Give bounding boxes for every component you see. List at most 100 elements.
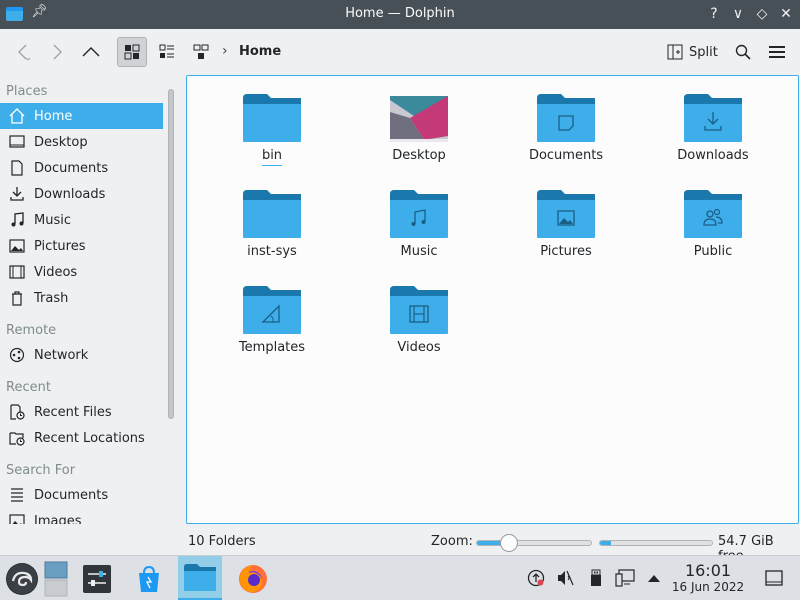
- volume-muted-icon[interactable]: [555, 568, 575, 588]
- folder-icon: [243, 94, 301, 142]
- task-firefox[interactable]: [231, 556, 275, 600]
- pictures-icon: [8, 237, 26, 255]
- desktop-thumbnail: [390, 96, 448, 142]
- digital-clock[interactable]: 16:01 16 Jun 2022: [662, 561, 754, 595]
- place-documents[interactable]: Documents: [0, 155, 163, 181]
- place-desktop[interactable]: Desktop: [0, 129, 163, 155]
- search-documents-icon: [8, 486, 26, 504]
- place-label: Videos: [34, 264, 78, 280]
- system-settings-icon: [83, 564, 111, 593]
- search-button[interactable]: [728, 37, 758, 67]
- dolphin-folder-icon: [184, 564, 216, 591]
- place-music[interactable]: Music: [0, 207, 163, 233]
- task-discover[interactable]: [127, 556, 171, 600]
- clock-time: 16:01: [684, 561, 732, 580]
- updates-tray-icon[interactable]: [526, 568, 546, 588]
- forward-button[interactable]: [42, 37, 72, 67]
- split-icon: [667, 44, 683, 60]
- breadcrumb-chevron-icon: ›: [222, 43, 228, 59]
- help-icon[interactable]: ?: [704, 4, 724, 24]
- places-scrollbar[interactable]: [166, 87, 176, 555]
- folder-label: Desktop: [392, 148, 446, 163]
- place-label: Recent Files: [34, 404, 112, 420]
- folder-item-desktop[interactable]: Desktop: [354, 88, 484, 180]
- compact-view-button[interactable]: [152, 37, 182, 67]
- firefox-icon: [239, 564, 267, 593]
- removable-device-icon[interactable]: [586, 568, 606, 588]
- documents-icon: [8, 159, 26, 177]
- split-label: Split: [689, 44, 718, 60]
- up-button[interactable]: [76, 37, 106, 67]
- folder-item-public[interactable]: Public: [648, 184, 778, 276]
- folder-label: Public: [693, 244, 733, 259]
- folder-label: Pictures: [540, 244, 592, 259]
- back-icon: [18, 44, 31, 61]
- place-label: Pictures: [34, 238, 86, 254]
- scrollbar-thumb[interactable]: [168, 89, 174, 419]
- folder-item-documents[interactable]: Documents: [501, 88, 631, 180]
- place-label: Recent Locations: [34, 430, 145, 446]
- back-button[interactable]: [8, 37, 38, 67]
- minimize-icon[interactable]: ∨: [728, 4, 748, 24]
- folder-view[interactable]: bin Desktop Documents Downloads inst-sys…: [186, 75, 799, 524]
- zoom-slider[interactable]: [476, 534, 592, 552]
- task-dolphin[interactable]: [178, 556, 222, 600]
- downloads-icon: [8, 185, 26, 203]
- details-view-button[interactable]: [186, 37, 216, 67]
- status-bar: 10 Folders Zoom: 54.7 GiB free: [0, 524, 800, 564]
- icons-view-button[interactable]: [117, 37, 147, 67]
- folder-item-bin[interactable]: bin: [207, 88, 337, 180]
- place-recent-files[interactable]: Recent Files: [0, 399, 163, 425]
- folder-label: inst-sys: [247, 244, 297, 259]
- folder-item-templates[interactable]: Templates: [207, 280, 337, 372]
- split-button[interactable]: Split: [663, 37, 722, 67]
- folder-label: Videos: [397, 340, 441, 355]
- place-label: Network: [34, 347, 89, 363]
- up-icon: [82, 47, 100, 57]
- place-label: Music: [34, 212, 71, 228]
- folder-label: Downloads: [677, 148, 749, 163]
- close-icon[interactable]: ✕: [776, 4, 796, 24]
- breadcrumb[interactable]: Home: [239, 44, 281, 59]
- folder-item-videos[interactable]: Videos: [354, 280, 484, 372]
- place-home[interactable]: Home: [0, 103, 163, 129]
- virtual-desktop-pager-icon: [44, 561, 68, 596]
- desktop-icon: [8, 133, 26, 151]
- folder-item-inst-sys[interactable]: inst-sys: [207, 184, 337, 276]
- videos-icon: [8, 263, 26, 281]
- compact-view-icon: [159, 44, 174, 58]
- place-videos[interactable]: Videos: [0, 259, 163, 285]
- folder-icon: [243, 190, 301, 238]
- show-desktop-icon[interactable]: [764, 568, 784, 588]
- tray-expand-icon[interactable]: [644, 568, 664, 588]
- network-connection-icon[interactable]: [615, 568, 635, 588]
- music-icon: [8, 211, 26, 229]
- taskbar: 16:01 16 Jun 2022: [0, 555, 800, 600]
- place-label: Trash: [34, 290, 69, 306]
- folder-item-pictures[interactable]: Pictures: [501, 184, 631, 276]
- folder-label: Music: [400, 244, 438, 259]
- folder-templates-icon: [243, 286, 301, 334]
- menu-button[interactable]: [762, 37, 792, 67]
- folder-music-icon: [390, 190, 448, 238]
- application-launcher[interactable]: [0, 556, 44, 600]
- zoom-slider-handle[interactable]: [499, 534, 518, 552]
- place-downloads[interactable]: Downloads: [0, 181, 163, 207]
- folder-item-downloads[interactable]: Downloads: [648, 88, 778, 180]
- place-label: Downloads: [34, 186, 106, 202]
- place-trash[interactable]: Trash: [0, 285, 163, 311]
- place-search-documents[interactable]: Documents: [0, 482, 163, 508]
- clock-date: 16 Jun 2022: [671, 580, 745, 594]
- maximize-icon[interactable]: ◇: [752, 4, 772, 24]
- place-recent-locations[interactable]: Recent Locations: [0, 425, 163, 451]
- trash-icon: [8, 289, 26, 307]
- place-network[interactable]: Network: [0, 342, 163, 368]
- place-pictures[interactable]: Pictures: [0, 233, 163, 259]
- task-system-settings[interactable]: [75, 556, 119, 600]
- title-bar: 📌︎ Home — Dolphin ? ∨ ◇ ✕: [0, 0, 800, 29]
- pager[interactable]: [40, 556, 72, 600]
- place-label: Documents: [34, 160, 109, 176]
- search-icon: [735, 44, 751, 60]
- folder-item-music[interactable]: Music: [354, 184, 484, 276]
- free-space-fill: [600, 541, 612, 545]
